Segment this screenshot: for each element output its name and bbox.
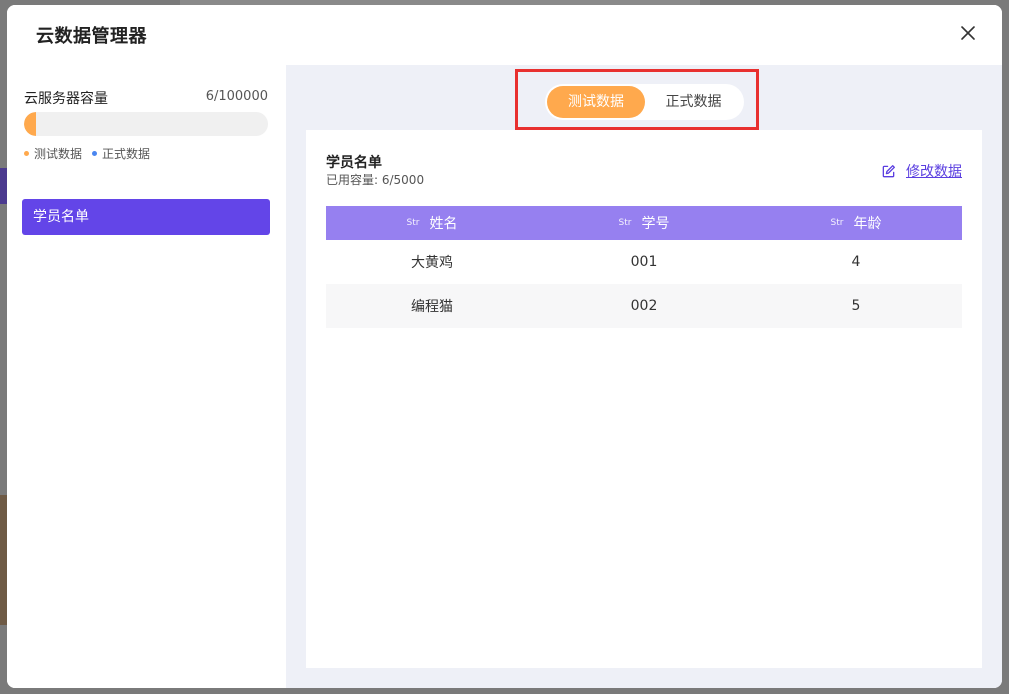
used-capacity-text: 已用容量: 6/5000	[326, 173, 425, 187]
dialog-title: 云数据管理器	[36, 26, 147, 47]
table-header: Str 姓名 Str 学号 Str 年龄	[326, 206, 962, 240]
capacity-row: 云服务器容量 6/100000	[24, 88, 268, 108]
cloud-data-manager-dialog: 云数据管理器 云服务器容量 6/100000 测试数据 正式数据 学员名单 测试…	[7, 5, 1002, 688]
table-cell: 5	[851, 298, 861, 314]
column-type-tag: Str	[830, 218, 844, 228]
table-cell: 002	[630, 298, 658, 314]
column-type-tag: Str	[406, 218, 420, 228]
table-title: 学员名单	[326, 155, 382, 171]
main-panel: 测试数据 正式数据 学员名单 已用容量: 6/5000 修改数据 Str 姓名	[286, 65, 1002, 688]
sidebar-item-student-list[interactable]: 学员名单	[22, 199, 270, 235]
close-icon	[961, 26, 975, 40]
capacity-progress-bar	[24, 112, 268, 136]
legend-label-test: 测试数据	[34, 146, 83, 161]
table-cell: 大黄鸡	[411, 255, 453, 271]
legend-item-production: 正式数据	[92, 145, 150, 162]
edit-icon	[882, 164, 895, 177]
column-header-id[interactable]: Str 学号	[538, 206, 750, 240]
highlight-annotation	[515, 69, 759, 130]
capacity-value: 6/100000	[205, 89, 268, 104]
edit-data-label: 修改数据	[906, 164, 962, 180]
column-header-age[interactable]: Str 年龄	[750, 206, 962, 240]
table-cell: 编程猫	[411, 299, 453, 315]
column-label: 学号	[641, 216, 670, 232]
column-type-tag: Str	[618, 218, 632, 228]
sidebar: 云服务器容量 6/100000 测试数据 正式数据 学员名单	[7, 65, 286, 688]
column-label: 姓名	[429, 216, 458, 232]
column-label: 年龄	[853, 216, 882, 232]
column-header-name[interactable]: Str 姓名	[326, 206, 538, 240]
table-row[interactable]: 编程猫 002 5	[326, 284, 962, 328]
table-cell: 001	[630, 254, 658, 270]
close-button[interactable]	[958, 23, 978, 43]
dialog-header: 云数据管理器	[7, 5, 1002, 65]
capacity-label: 云服务器容量	[24, 91, 108, 107]
legend-item-test: 测试数据	[24, 145, 82, 162]
backdrop-accent	[0, 168, 7, 204]
legend-dot-production	[92, 150, 98, 156]
data-table: Str 姓名 Str 学号 Str 年龄 大黄鸡 001 4 编程猫 002 5	[326, 206, 962, 328]
legend-dot-test	[24, 150, 29, 156]
legend-label-production: 正式数据	[102, 146, 151, 161]
table-row[interactable]: 大黄鸡 001 4	[326, 240, 962, 284]
backdrop-image	[0, 495, 7, 625]
capacity-legend: 测试数据 正式数据	[24, 145, 160, 161]
edit-data-button[interactable]: 修改数据	[881, 161, 962, 181]
table-cell: 4	[851, 254, 861, 270]
data-table-card: 学员名单 已用容量: 6/5000 修改数据 Str 姓名 Str 学号 Str…	[306, 130, 982, 668]
capacity-progress-fill	[24, 112, 37, 136]
